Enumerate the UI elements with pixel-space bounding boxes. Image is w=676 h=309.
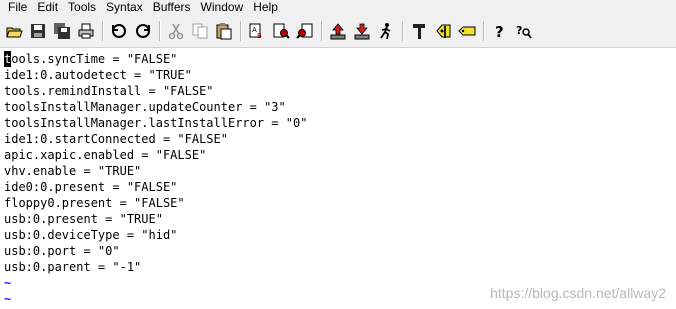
editor-line: ide0:0.present = "FALSE" bbox=[4, 180, 178, 194]
save-all-icon[interactable] bbox=[51, 20, 73, 42]
redo-icon[interactable] bbox=[132, 20, 154, 42]
editor-text-area[interactable]: tools.syncTime = "FALSE" ide1:0.autodete… bbox=[0, 49, 676, 309]
svg-text:B: B bbox=[257, 32, 262, 40]
editor-line: apic.xapic.enabled = "FALSE" bbox=[4, 148, 207, 162]
toolbar-separator bbox=[402, 21, 403, 41]
toolbar-separator bbox=[483, 21, 484, 41]
copy-icon[interactable] bbox=[189, 20, 211, 42]
print-icon[interactable] bbox=[75, 20, 97, 42]
make-icon[interactable] bbox=[408, 20, 430, 42]
menu-edit[interactable]: Edit bbox=[32, 0, 63, 15]
load-session-icon[interactable] bbox=[327, 20, 349, 42]
editor-line: ide1:0.startConnected = "FALSE" bbox=[4, 132, 228, 146]
editor-line: usb:0.deviceType = "hid" bbox=[4, 228, 178, 242]
run-script-icon[interactable] bbox=[375, 20, 397, 42]
replace-icon[interactable]: AB bbox=[246, 20, 268, 42]
editor-line: tools.remindInstall = "FALSE" bbox=[4, 84, 214, 98]
help-icon[interactable]: ? bbox=[489, 20, 511, 42]
editor-line: tools.syncTime = "FALSE" bbox=[4, 51, 178, 67]
editor-line: floppy0.present = "FALSE" bbox=[4, 196, 185, 210]
editor-line: usb:0.port = "0" bbox=[4, 244, 120, 258]
editor-line: usb:0.parent = "-1" bbox=[4, 260, 142, 274]
toolbar: AB ? ? bbox=[0, 15, 676, 48]
editor-line: toolsInstallManager.updateCounter = "3" bbox=[4, 100, 286, 114]
open-icon[interactable] bbox=[3, 20, 25, 42]
menu-buffers[interactable]: Buffers bbox=[148, 0, 196, 15]
jump-tag-icon[interactable] bbox=[456, 20, 478, 42]
find-prev-icon[interactable] bbox=[294, 20, 316, 42]
toolbar-separator bbox=[102, 21, 103, 41]
find-next-icon[interactable] bbox=[270, 20, 292, 42]
watermark: https://blog.csdn.net/allway2 bbox=[490, 285, 666, 301]
save-icon[interactable] bbox=[27, 20, 49, 42]
svg-text:?: ? bbox=[516, 24, 522, 37]
menu-window[interactable]: Window bbox=[196, 0, 249, 15]
svg-text:?: ? bbox=[495, 23, 504, 40]
menu-help[interactable]: Help bbox=[248, 0, 283, 15]
save-session-icon[interactable] bbox=[351, 20, 373, 42]
editor-line: toolsInstallManager.lastInstallError = "… bbox=[4, 116, 308, 130]
paste-icon[interactable] bbox=[213, 20, 235, 42]
toolbar-separator bbox=[159, 21, 160, 41]
menu-file[interactable]: File bbox=[3, 0, 32, 15]
menu-bar: File Edit Tools Syntax Buffers Window He… bbox=[0, 0, 676, 15]
editor-line: usb:0.present = "TRUE" bbox=[4, 212, 163, 226]
toolbar-separator bbox=[321, 21, 322, 41]
menu-tools[interactable]: Tools bbox=[63, 0, 101, 15]
toolbar-separator bbox=[240, 21, 241, 41]
find-help-icon[interactable]: ? bbox=[513, 20, 535, 42]
editor-line: vhv.enable = "TRUE" bbox=[4, 164, 142, 178]
build-tags-icon[interactable] bbox=[432, 20, 454, 42]
menu-syntax[interactable]: Syntax bbox=[101, 0, 148, 15]
undo-icon[interactable] bbox=[108, 20, 130, 42]
editor-line: ide1:0.autodetect = "TRUE" bbox=[4, 68, 192, 82]
cut-icon[interactable] bbox=[165, 20, 187, 42]
